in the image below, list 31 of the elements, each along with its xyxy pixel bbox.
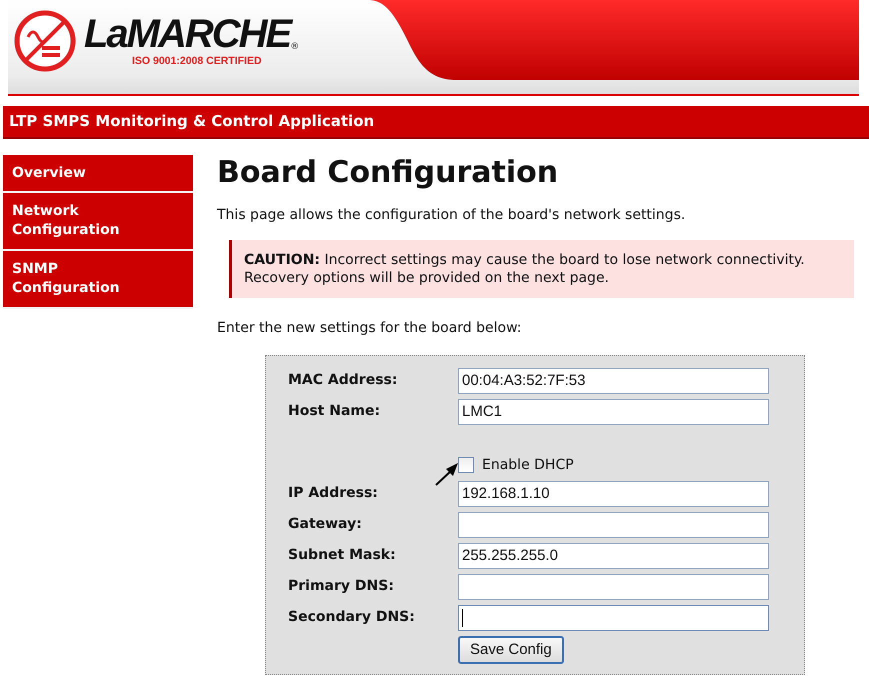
input-field[interactable]: LMC1	[458, 398, 769, 425]
intro-text: This page allows the configuration of the board's network settings.	[217, 206, 686, 224]
field-label: Subnet Mask:	[288, 546, 397, 566]
input-field[interactable]: 192.168.1.10	[458, 480, 769, 507]
text-cursor	[462, 608, 463, 627]
sidebar-link[interactable]: SNMP Configuration	[3, 251, 193, 309]
field-label: Primary DNS:	[288, 577, 395, 596]
input-field[interactable]	[458, 574, 769, 600]
field-label: Gateway:	[288, 515, 363, 534]
checkbox-label: Enable DHCP	[482, 456, 574, 475]
field-label: Secondary DNS:	[288, 608, 416, 628]
brand-name: LaMARCHE	[84, 14, 290, 54]
field-label: MAC Address:	[288, 371, 398, 390]
prompt-text: Enter the new settings for the board below:	[217, 318, 522, 338]
input-field[interactable]	[458, 512, 769, 538]
logo-icon	[14, 10, 76, 72]
certification-text: ISO 9001:2008 CERTIFIED	[132, 54, 263, 69]
field-label: Host Name:	[288, 402, 382, 422]
input-field[interactable]: 255.255.255.0	[458, 542, 769, 569]
input-field[interactable]	[458, 604, 769, 631]
save-config-button[interactable]: Save Config	[458, 636, 564, 664]
checkbox[interactable]	[458, 457, 474, 474]
registered-mark: ®	[290, 42, 300, 54]
sidebar-link[interactable]: Network Configuration	[3, 193, 193, 252]
sidebar-link[interactable]: Overview	[3, 154, 193, 194]
input-field[interactable]: 00:04:A3:52:7F:53	[458, 368, 769, 394]
pointer-arrow-icon	[434, 460, 460, 487]
app-title: LTP SMPS Monitoring & Control Application	[3, 106, 869, 138]
field-label: IP Address:	[288, 484, 379, 504]
page-heading: Board Configuration	[217, 154, 560, 190]
caution-message: CAUTION: Incorrect settings may cause the board to lose network connectivity. Recovery options will be provided on the next page.	[229, 240, 854, 298]
